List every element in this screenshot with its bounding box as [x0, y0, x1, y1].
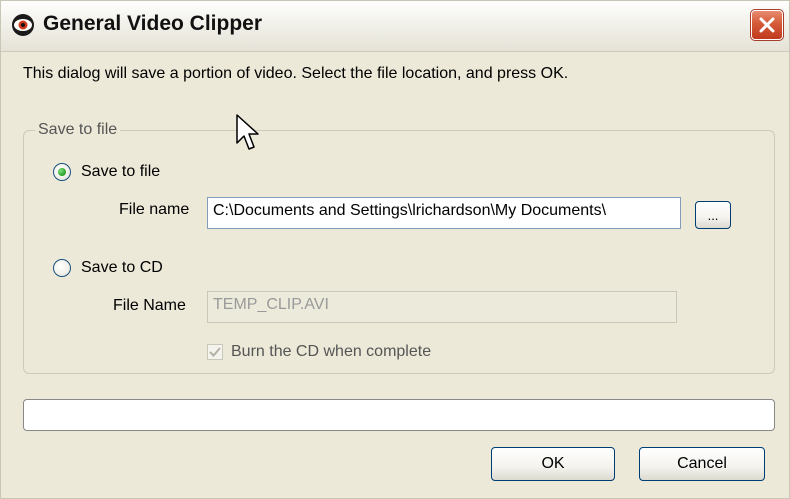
file-name-input[interactable]: C:\Documents and Settings\lrichardson\My…: [207, 197, 681, 229]
close-button[interactable]: [750, 9, 784, 41]
progress-bar: [23, 399, 775, 431]
radio-selected-dot: [58, 168, 66, 176]
save-to-cd-label[interactable]: Save to CD: [81, 259, 163, 277]
group-box-label: Save to file: [35, 121, 121, 139]
window-title: General Video Clipper: [43, 12, 263, 35]
dialog-window: General Video Clipper This dialog will s…: [0, 0, 790, 499]
mouse-cursor-icon: [236, 114, 259, 150]
browse-button[interactable]: ...: [695, 201, 731, 229]
close-icon: [759, 17, 775, 33]
checkmark-icon: [209, 347, 221, 357]
file-name-label: File name: [119, 201, 190, 218]
eye-icon: [12, 14, 34, 36]
burn-cd-label[interactable]: Burn the CD when complete: [231, 343, 431, 361]
ok-button[interactable]: OK: [491, 447, 615, 481]
save-to-cd-radio[interactable]: [53, 259, 71, 277]
save-to-file-radio[interactable]: [53, 163, 71, 181]
cd-file-name-label: File Name: [113, 297, 186, 314]
save-to-file-label[interactable]: Save to file: [81, 163, 160, 181]
cancel-button[interactable]: Cancel: [639, 447, 765, 481]
instructions-text: This dialog will save a portion of video…: [23, 65, 569, 82]
burn-cd-checkbox[interactable]: [207, 344, 223, 360]
cd-file-name-input[interactable]: TEMP_CLIP.AVI: [207, 291, 677, 323]
title-bar[interactable]: General Video Clipper: [1, 1, 789, 52]
